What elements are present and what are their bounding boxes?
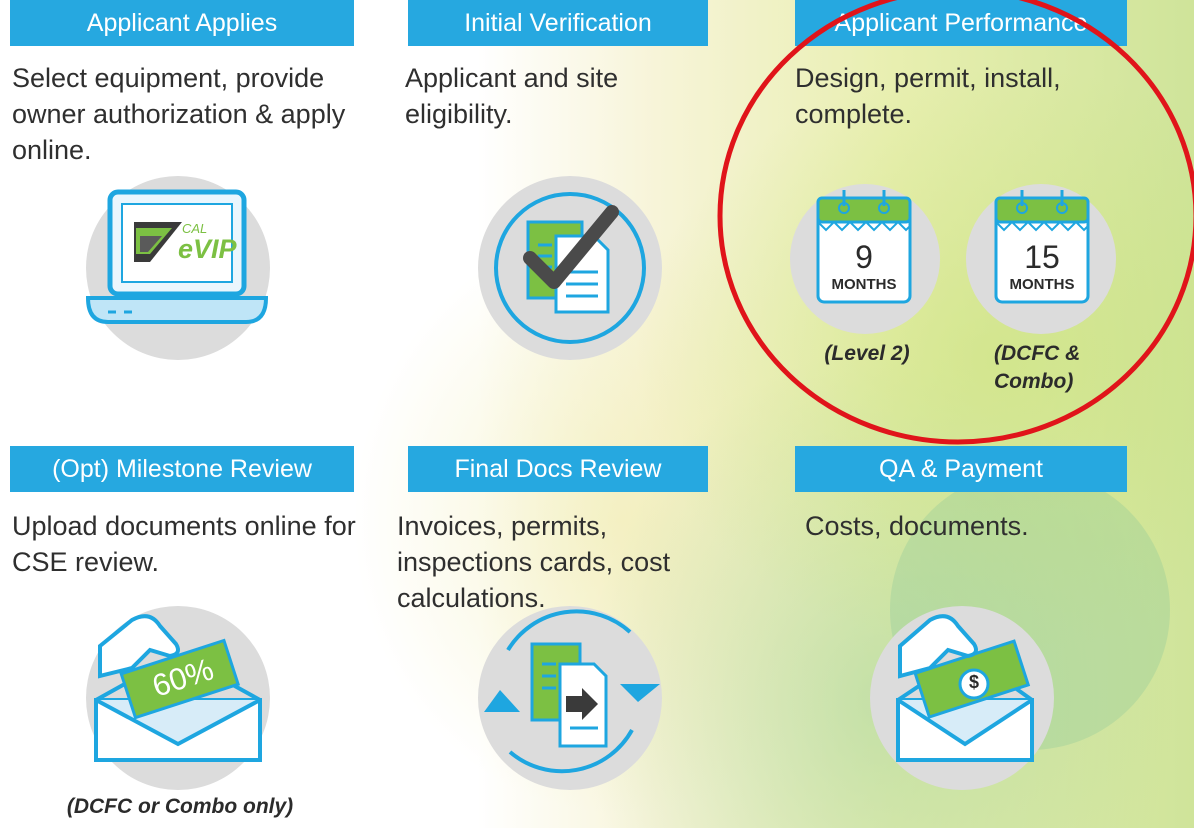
step-description-milestone-review: Upload documents online for CSE review. — [12, 511, 356, 577]
calendar-caption-level2: (Level 2) — [824, 342, 910, 365]
step-description-final-docs-review: Invoices, permits, inspections cards, co… — [397, 511, 671, 613]
calendar-unit-15: MONTHS — [1009, 276, 1075, 293]
laptop-logo-big: eVIP — [178, 234, 237, 264]
step-description-applicant-applies: Select equipment, provide owner authoriz… — [12, 63, 346, 165]
step-description-applicant-performance: Design, permit, install, complete. — [795, 63, 1061, 129]
step-header-initial-verification: Initial Verification — [408, 0, 708, 46]
document-check-icon-circle — [478, 176, 662, 360]
calendar-number-15: 15 — [1024, 239, 1060, 275]
calendar-number-9: 9 — [855, 239, 873, 275]
step-header-final-docs-review: Final Docs Review — [408, 446, 708, 492]
milestone-caption: (DCFC or Combo only) — [66, 795, 294, 818]
envelope-dollar-icon-circle — [870, 606, 1054, 790]
step-header-qa-payment: QA & Payment — [795, 446, 1127, 492]
document-cycle-icon-circle — [478, 606, 662, 790]
step-header-applicant-applies: Applicant Applies — [10, 0, 354, 46]
step-header-milestone-review: (Opt) Milestone Review — [10, 446, 354, 492]
payment-dollar-symbol: $ — [968, 672, 979, 692]
step-description-qa-payment: Costs, documents. — [805, 511, 1029, 541]
step-description-initial-verification: Applicant and site eligibility. — [405, 63, 619, 129]
laptop-icon-circle — [86, 176, 270, 360]
calendar-caption-dcfc-combo: (DCFC & Combo) — [994, 342, 1081, 393]
step-header-applicant-performance: Applicant Performance — [795, 0, 1127, 46]
calendar-unit-9: MONTHS — [831, 276, 897, 293]
